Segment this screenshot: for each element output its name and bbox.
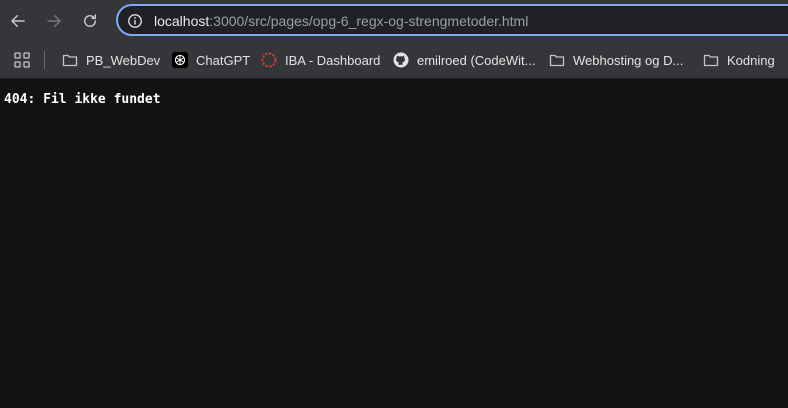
arrow-left-icon: [11, 15, 25, 27]
error-message: 404: Fil ikke fundet: [4, 92, 161, 107]
bookmark-label: emilroed (CodeWit...: [417, 52, 536, 68]
browser-toolbar: localhost:3000/src/pages/opg-6_regx-og-s…: [0, 0, 788, 42]
folder-icon: [549, 52, 565, 68]
apps-grid-icon[interactable]: [14, 52, 30, 68]
bookmark-webhosting[interactable]: Webhosting og D...: [549, 50, 683, 70]
site-info-icon[interactable]: [126, 12, 144, 30]
address-bar[interactable]: localhost:3000/src/pages/opg-6_regx-og-s…: [116, 4, 788, 36]
address-url[interactable]: localhost:3000/src/pages/opg-6_regx-og-s…: [154, 13, 528, 29]
forward-button[interactable]: [42, 9, 66, 33]
bookmark-pb-webdev[interactable]: PB_WebDev: [62, 50, 160, 70]
bookmark-label: Kodning: [727, 52, 775, 68]
reload-icon: [84, 14, 96, 27]
github-icon: [393, 52, 409, 68]
reload-button[interactable]: [78, 9, 102, 33]
back-button[interactable]: [6, 9, 30, 33]
bookmark-label: Webhosting og D...: [573, 52, 684, 68]
bookmarks-bar: PB_WebDev ChatGPT IBA - Dashboard emilro…: [0, 42, 788, 79]
url-host: localhost: [154, 13, 210, 29]
bookmark-emilroed[interactable]: emilroed (CodeWit...: [393, 50, 535, 70]
bookmark-chatgpt[interactable]: ChatGPT: [172, 50, 250, 70]
folder-icon: [703, 52, 719, 68]
folder-icon: [62, 52, 78, 68]
bookmark-label: ChatGPT: [196, 52, 251, 68]
arrow-right-icon: [47, 15, 61, 27]
bookmark-label: IBA - Dashboard: [285, 52, 381, 68]
iba-icon: [261, 52, 277, 68]
chatgpt-icon: [172, 52, 188, 68]
bookmark-iba-dashboard[interactable]: IBA - Dashboard: [261, 50, 380, 70]
url-path: :3000/src/pages/opg-6_regx-og-strengmeto…: [209, 13, 529, 29]
bookmark-label: PB_WebDev: [86, 52, 161, 68]
bookmark-kodning[interactable]: Kodning: [703, 50, 775, 70]
bookmarks-divider: [44, 51, 45, 69]
